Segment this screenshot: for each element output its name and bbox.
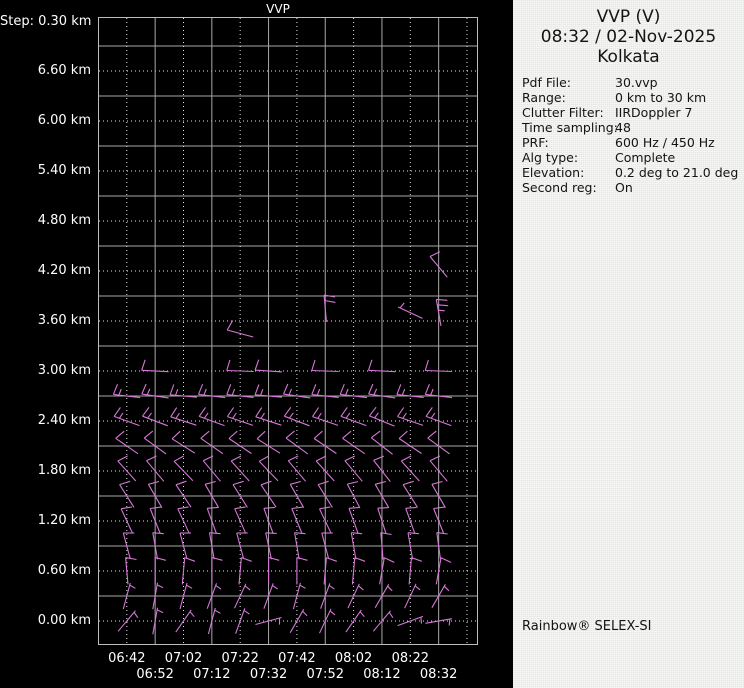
parameter-row: Alg type: Complete [522, 150, 744, 165]
parameter-row: Time sampling: 48 [522, 120, 744, 135]
wind-barb-chart [98, 17, 478, 645]
parameter-row: Elevation: 0.2 deg to 21.0 deg [522, 165, 744, 180]
parameter-value: IIRDoppler 7 [615, 105, 693, 120]
x-axis-tick-label: 06:42 [108, 651, 146, 666]
plot-title: VVP [266, 2, 290, 16]
parameter-label: Second reg: [522, 180, 597, 195]
y-axis-tick-label: 4.20 km [37, 263, 91, 278]
parameter-list: Pdf File: 30.vvp Range: 0 km to 30 km Clutte… [513, 75, 744, 195]
wind-barbs-layer [112, 251, 453, 635]
step-label: Step: 0.30 km [0, 14, 92, 29]
x-axis-tick-label: 06:52 [136, 667, 174, 682]
y-axis-tick-label: 1.80 km [37, 463, 91, 478]
parameter-value: 0.2 deg to 21.0 deg [615, 165, 739, 180]
x-axis-tick-label: 08:02 [334, 651, 373, 666]
parameter-label: Alg type: [522, 150, 579, 165]
parameter-value: On [615, 180, 633, 195]
y-axis-tick-label: 1.20 km [37, 513, 91, 528]
x-axis-tick-label: 07:12 [193, 667, 231, 682]
x-axis-tick-label: 07:42 [278, 651, 316, 666]
x-axis-tick-label: 07:32 [249, 667, 288, 682]
parameter-label: Pdf File: [522, 75, 571, 90]
parameter-row: Pdf File: 30.vvp [522, 75, 744, 90]
parameter-label: Range: [522, 90, 566, 105]
parameter-label: Elevation: [522, 165, 585, 180]
parameter-value: 600 Hz / 450 Hz [615, 135, 715, 150]
parameter-row: Second reg: On [522, 180, 744, 195]
x-axis-tick-label: 07:52 [306, 667, 344, 682]
parameter-row: Range: 0 km to 30 km [522, 90, 744, 105]
radar-app-window: { "plot": { "title": "VVP", "step_label"… [0, 0, 744, 688]
brand-footer: Rainbow® SELEX-SI [522, 619, 652, 634]
y-axis-tick-label: 3.60 km [37, 313, 91, 328]
x-axis-tick-label: 07:22 [221, 651, 259, 666]
x-axis-tick-label: 08:22 [391, 651, 430, 666]
y-axis-tick-label: 6.60 km [37, 63, 91, 78]
parameter-value: 48 [615, 120, 631, 135]
parameter-label: PRF: [522, 135, 549, 150]
x-axis-tick-label: 08:12 [363, 667, 401, 682]
parameter-row: PRF: 600 Hz / 450 Hz [522, 135, 744, 150]
x-axis-tick-label: 07:02 [164, 651, 203, 666]
panel-datetime: 08:32 / 02-Nov-2025 [540, 27, 717, 47]
y-axis-tick-label: 5.40 km [37, 163, 91, 178]
x-axis-tick-label: 08:32 [419, 667, 458, 682]
panel-site: Kolkata [597, 47, 660, 67]
parameter-value: 0 km to 30 km [615, 90, 707, 105]
vvp-plot-region: VVP Step: 0.30 km 6.60 km 6.00 km 5.40 km 4… [0, 0, 513, 688]
y-axis-tick-label: 2.40 km [37, 413, 91, 428]
panel-title: VVP (V) [596, 7, 661, 27]
parameter-row: Clutter Filter: IIRDoppler 7 [522, 105, 744, 120]
parameter-value: 30.vvp [615, 75, 658, 90]
y-axis-tick-label: 4.80 km [37, 213, 91, 228]
parameter-label: Time sampling: [522, 120, 618, 135]
y-axis-tick-label: 0.60 km [37, 563, 91, 578]
parameter-label: Clutter Filter: [522, 105, 604, 120]
parameter-value: Complete [615, 150, 676, 165]
y-axis-tick-label: 0.00 km [37, 613, 91, 628]
y-axis-tick-label: 3.00 km [37, 363, 91, 378]
y-axis-tick-label: 6.00 km [37, 113, 91, 128]
info-panel: VVP (V) 08:32 / 02-Nov-2025 Kolkata Pdf … [513, 0, 744, 688]
